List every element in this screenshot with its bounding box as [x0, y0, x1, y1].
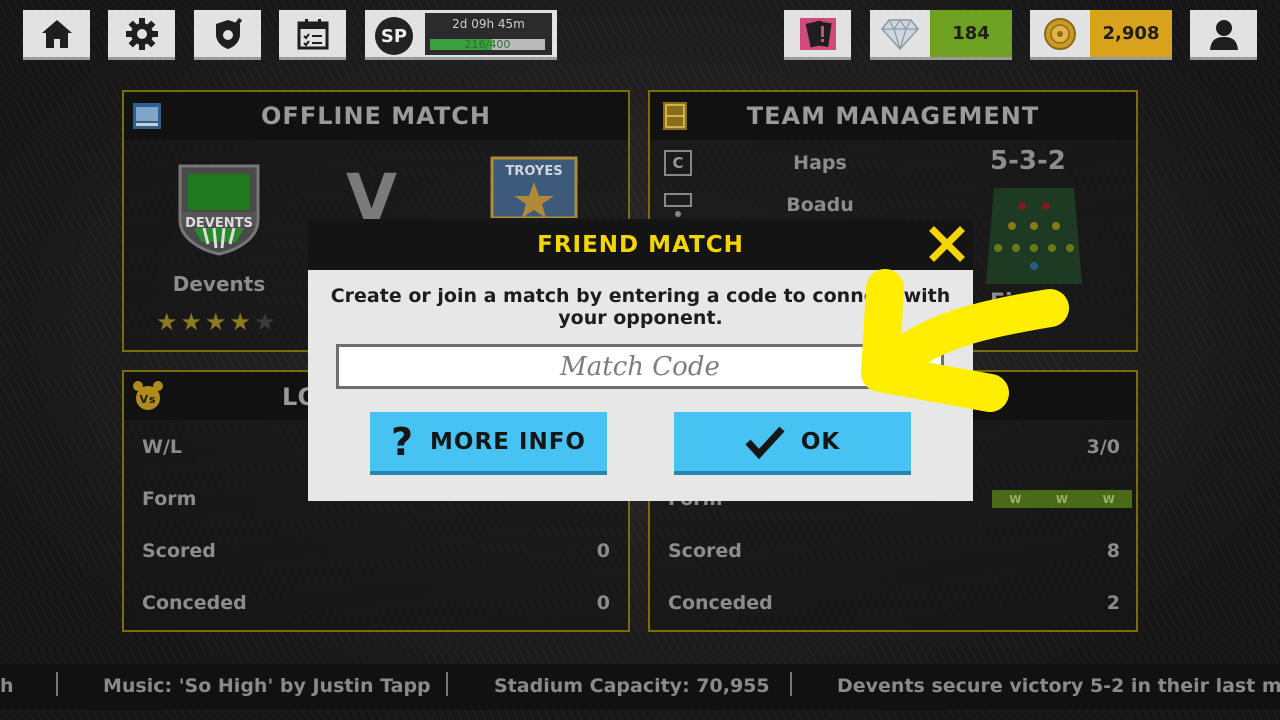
ticker-separator — [56, 672, 58, 696]
league-wl-label: W/L — [142, 436, 183, 458]
profile-button[interactable] — [1190, 10, 1257, 60]
away-badge-text: TROYES — [505, 164, 563, 179]
ok-label: OK — [800, 428, 841, 455]
captain-name: Haps — [793, 152, 847, 174]
calendar-icon — [297, 18, 328, 49]
form-result: W — [1055, 492, 1069, 506]
ticker-separator — [790, 672, 792, 696]
set-piece-icon — [664, 193, 692, 217]
friend-match-title: FRIEND MATCH — [537, 231, 744, 258]
friend-conceded-label: Conceded — [668, 592, 773, 614]
gear-icon — [125, 17, 158, 50]
more-info-button[interactable]: ? MORE INFO — [370, 412, 607, 475]
coins-count: 2,908 — [1090, 10, 1172, 57]
friend-conceded-value: 2 — [1106, 592, 1120, 614]
shield-wrench-icon — [215, 17, 242, 49]
dls-logo-icon — [133, 103, 161, 129]
checkmark-icon — [745, 426, 785, 459]
league-conceded-value: 0 — [596, 592, 610, 614]
home-team-stars: ★ ★ ★ ★ ★ — [156, 308, 276, 336]
news-ticker: h Music: 'So High' by Justin Tapp Stadiu… — [0, 664, 1280, 710]
friend-scored-value: 8 — [1106, 540, 1120, 562]
sp-progress-bar: 216/400 — [430, 38, 545, 51]
league-trophy-icon: Vs — [133, 381, 163, 410]
ticker-item: Devents secure victory 5-2 in their last… — [837, 675, 1280, 697]
league-scored-label: Scored — [142, 540, 216, 562]
skill-points-widget[interactable]: SP 2d 09h 45m 216/400 — [365, 10, 557, 60]
sp-progress-text: 216/400 — [464, 38, 511, 51]
friend-scored-label: Scored — [668, 540, 742, 562]
more-info-label: MORE INFO — [430, 428, 586, 455]
offline-match-header: OFFLINE MATCH — [124, 92, 628, 140]
svg-text:Vs: Vs — [139, 393, 156, 406]
league-scored-value: 0 — [596, 540, 610, 562]
form-result: W — [1102, 492, 1115, 506]
star-filled-icon: ★ — [229, 308, 252, 336]
calendar-button[interactable] — [279, 10, 346, 60]
card-alert-icon — [799, 17, 836, 50]
annotation-arrow-icon — [861, 269, 1069, 412]
ticker-separator — [446, 672, 448, 696]
sp-panel: 2d 09h 45m 216/400 — [425, 13, 552, 55]
ticker-item: Stadium Capacity: 70,955 — [494, 675, 770, 697]
gems-count: 184 — [930, 10, 1012, 57]
star-empty-icon: ★ — [254, 308, 276, 336]
gems-widget[interactable]: 184 — [870, 10, 1012, 60]
coins-widget[interactable]: 2,908 — [1030, 10, 1172, 60]
devents-badge-icon — [178, 164, 260, 256]
home-badge-text: DEVENTS — [185, 216, 253, 231]
sp-timer: 2d 09h 45m — [452, 17, 525, 31]
league-form-label: Form — [142, 488, 197, 510]
sp-icon: SP — [375, 17, 413, 55]
question-icon: ? — [391, 419, 415, 464]
user-icon — [1209, 19, 1238, 50]
team-management-header: TEAM MANAGEMENT — [650, 92, 1136, 140]
pitch-icon — [663, 102, 687, 130]
ticker-item: h — [0, 675, 14, 697]
friend-match-header: FRIEND MATCH — [308, 219, 973, 270]
cards-alert-button[interactable] — [784, 10, 851, 60]
formation-label: 5-3-2 — [990, 146, 1066, 176]
ticker-item: Music: 'So High' by Justin Tapp — [103, 675, 431, 697]
friend-wl-value: 3/0 — [1086, 436, 1120, 458]
home-button[interactable] — [23, 10, 90, 60]
home-team-name: Devents — [172, 272, 266, 296]
friend-form-bar: W W W — [992, 490, 1132, 508]
club-tools-button[interactable] — [194, 10, 261, 60]
form-result: W — [1009, 492, 1022, 506]
team-management-title: TEAM MANAGEMENT — [746, 102, 1040, 130]
set-piece-taker-name: Boadu — [786, 194, 854, 216]
league-conceded-label: Conceded — [142, 592, 247, 614]
star-filled-icon: ★ — [180, 308, 203, 336]
settings-button[interactable] — [108, 10, 175, 60]
star-filled-icon: ★ — [205, 308, 227, 336]
diamond-icon — [870, 10, 930, 57]
captain-icon: C — [664, 150, 692, 176]
offline-match-title: OFFLINE MATCH — [261, 102, 491, 130]
star-filled-icon: ★ — [156, 308, 178, 336]
coin-icon — [1030, 10, 1090, 57]
close-icon[interactable] — [929, 226, 965, 262]
home-icon — [41, 19, 72, 48]
